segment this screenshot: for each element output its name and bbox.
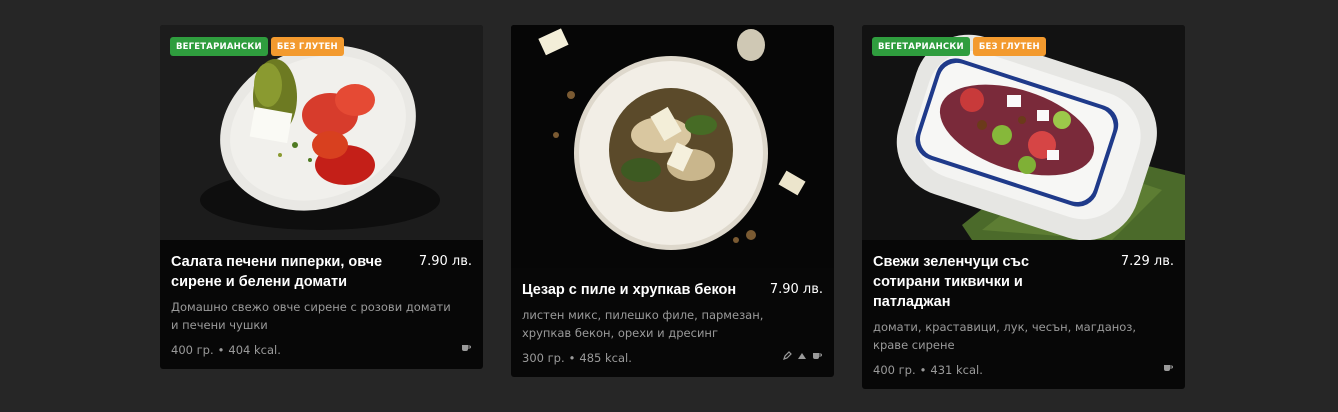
meta-separator: • <box>568 351 576 365</box>
menu-card-caesar-salad[interactable]: Цезар с пиле и хрупкав бекон 7.90 лв. ли… <box>511 25 834 377</box>
dish-title[interactable]: Салата печени пиперки, овче сирене и бел… <box>171 252 396 292</box>
dish-description: Домашно свежо овче сирене с розови домат… <box>171 300 451 332</box>
dish-title[interactable]: Свежи зеленчуци със сотирани тиквички и … <box>873 252 1098 312</box>
allergen-icons <box>1163 363 1173 373</box>
dish-kcal: 404 kcal. <box>228 343 281 357</box>
meta-separator: • <box>919 363 927 377</box>
badge-gluten-free: БЕЗ ГЛУТЕН <box>270 37 344 56</box>
dish-weight: 400 гр. <box>873 363 916 377</box>
dish-photo[interactable] <box>511 25 834 268</box>
dish-title[interactable]: Цезар с пиле и хрупкав бекон <box>522 280 747 300</box>
cup-icon <box>1164 365 1173 371</box>
allergen-icons <box>782 351 822 361</box>
dish-price: 7.29 лв. <box>1120 254 1174 269</box>
badge-vegetarian: ВЕГЕТАРИАНСКИ <box>872 37 970 56</box>
allergen-icons <box>461 343 471 353</box>
cheese-icon <box>798 353 806 359</box>
dish-weight: 300 гр. <box>522 351 565 365</box>
dish-kcal: 431 kcal. <box>930 363 983 377</box>
dish-kcal: 485 kcal. <box>579 351 632 365</box>
dish-meta: 400 гр. • 404 kcal. <box>171 343 281 357</box>
badge-group: ВЕГЕТАРИАНСКИ БЕЗ ГЛУТЕН <box>872 37 1046 56</box>
dish-photo-caesar <box>511 25 834 268</box>
dish-price: 7.90 лв. <box>418 254 472 269</box>
cup-icon <box>813 353 822 359</box>
pencil-icon <box>783 351 792 360</box>
cup-icon <box>462 345 471 351</box>
dish-meta: 300 гр. • 485 kcal. <box>522 351 632 365</box>
dish-description: листен микс, пилешко филе, пармезан, хру… <box>522 308 764 340</box>
badge-vegetarian: ВЕГЕТАРИАНСКИ <box>170 37 268 56</box>
meta-separator: • <box>217 343 225 357</box>
dish-photo-vegetables <box>862 25 1185 240</box>
dish-price: 7.90 лв. <box>769 282 823 297</box>
dish-meta: 400 гр. • 431 kcal. <box>873 363 983 377</box>
dish-photo[interactable]: ВЕГЕТАРИАНСКИ БЕЗ ГЛУТЕН <box>160 25 483 240</box>
dish-photo[interactable]: ВЕГЕТАРИАНСКИ БЕЗ ГЛУТЕН <box>862 25 1185 240</box>
dish-photo-roasted-peppers <box>160 25 483 240</box>
badge-gluten-free: БЕЗ ГЛУТЕН <box>972 37 1046 56</box>
dish-description: домати, краставици, лук, чесън, магданоз… <box>873 320 1137 352</box>
badge-group: ВЕГЕТАРИАНСКИ БЕЗ ГЛУТЕН <box>170 37 344 56</box>
menu-card-roasted-peppers-salad[interactable]: ВЕГЕТАРИАНСКИ БЕЗ ГЛУТЕН Салата печени п… <box>160 25 483 369</box>
dish-weight: 400 гр. <box>171 343 214 357</box>
menu-card-fresh-vegetables[interactable]: ВЕГЕТАРИАНСКИ БЕЗ ГЛУТЕН Свежи зеленчуци… <box>862 25 1185 389</box>
